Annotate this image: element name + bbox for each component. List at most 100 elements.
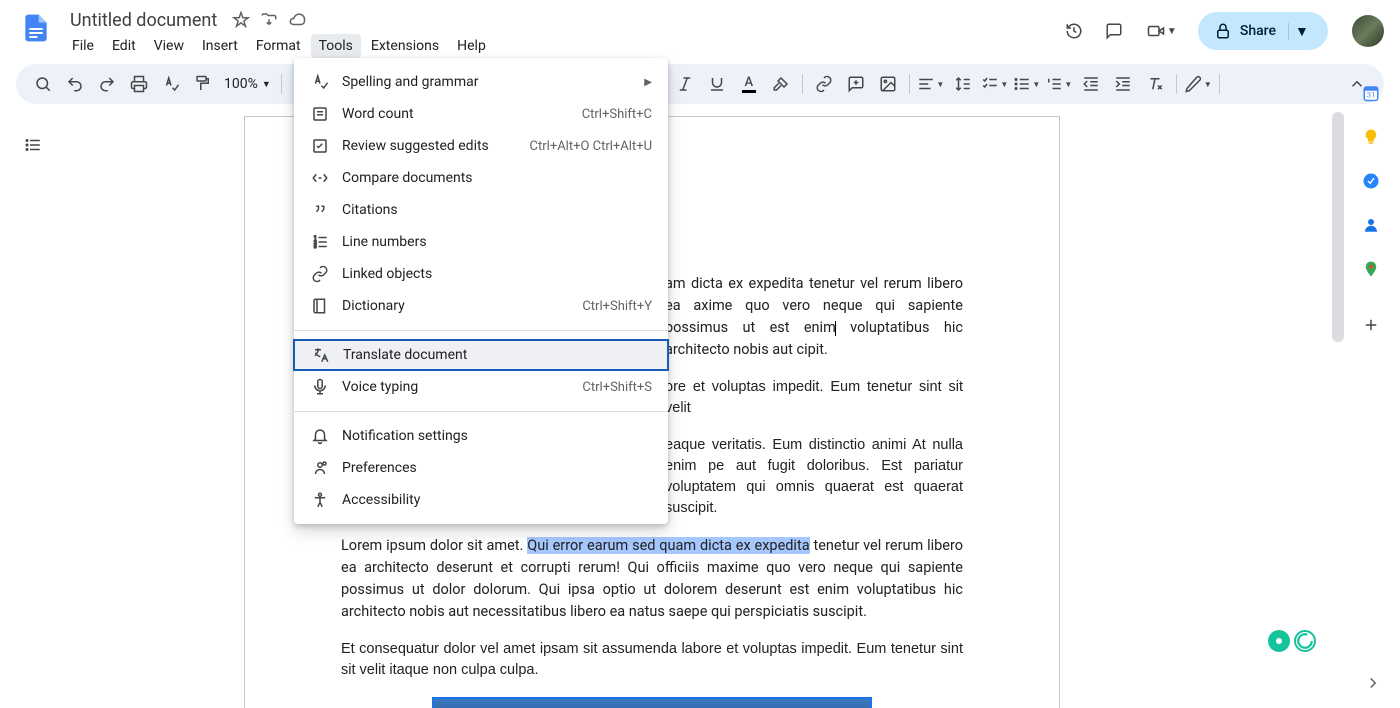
- menu-format[interactable]: Format: [248, 34, 309, 58]
- svg-text:31: 31: [1367, 91, 1375, 100]
- share-button[interactable]: Share ▼: [1198, 12, 1328, 50]
- menu-item-compare-documents[interactable]: Compare documents: [294, 162, 668, 194]
- compare-icon: [310, 168, 330, 188]
- redo-icon[interactable]: [92, 69, 122, 99]
- translate-icon: [311, 345, 331, 365]
- shortcut: Ctrl+Shift+Y: [582, 299, 652, 314]
- menu-help[interactable]: Help: [449, 34, 494, 58]
- menu-item-preferences[interactable]: Preferences: [294, 452, 668, 484]
- maps-icon[interactable]: [1362, 260, 1382, 280]
- menu-item-label: Dictionary: [342, 298, 582, 314]
- comments-icon[interactable]: [1102, 19, 1126, 43]
- menu-item-citations[interactable]: Citations: [294, 194, 668, 226]
- inserted-image[interactable]: [432, 697, 872, 708]
- tools-menu-dropdown: Spelling and grammar▶Word countCtrl+Shif…: [294, 58, 668, 524]
- text-color-icon[interactable]: A: [734, 69, 764, 99]
- calendar-icon[interactable]: 31: [1362, 84, 1382, 104]
- menu-insert[interactable]: Insert: [194, 34, 246, 58]
- increase-indent-icon[interactable]: [1108, 69, 1138, 99]
- menu-item-line-numbers[interactable]: 123Line numbers: [294, 226, 668, 258]
- menu-item-word-count[interactable]: Word countCtrl+Shift+C: [294, 98, 668, 130]
- add-addon-icon[interactable]: [1362, 316, 1382, 336]
- menu-view[interactable]: View: [146, 34, 192, 58]
- menu-item-translate-document[interactable]: Translate document: [293, 339, 669, 371]
- star-icon[interactable]: [231, 10, 251, 30]
- cloud-status-icon[interactable]: [287, 10, 307, 30]
- paragraph[interactable]: Lorem ipsum dolor sit amet. Qui error ea…: [341, 535, 963, 623]
- history-icon[interactable]: [1062, 19, 1086, 43]
- align-icon[interactable]: ▼: [916, 69, 946, 99]
- vertical-scrollbar[interactable]: [1332, 112, 1344, 342]
- line-spacing-icon[interactable]: [948, 69, 978, 99]
- menu-extensions[interactable]: Extensions: [363, 34, 447, 58]
- contacts-icon[interactable]: [1362, 216, 1382, 236]
- lines-icon: 123: [310, 232, 330, 252]
- menu-item-linked-objects[interactable]: Linked objects: [294, 258, 668, 290]
- highlight-icon[interactable]: [766, 69, 796, 99]
- menu-item-spelling-and-grammar[interactable]: Spelling and grammar▶: [294, 66, 668, 98]
- menu-item-label: Spelling and grammar: [342, 74, 644, 90]
- print-icon[interactable]: [124, 69, 154, 99]
- menu-item-label: Preferences: [342, 460, 652, 476]
- bulleted-list-icon[interactable]: ▼: [1012, 69, 1042, 99]
- menu-tools[interactable]: Tools: [311, 34, 361, 58]
- add-comment-icon[interactable]: [841, 69, 871, 99]
- link-icon: [310, 264, 330, 284]
- dict-icon: [310, 296, 330, 316]
- outline-icon[interactable]: [24, 136, 52, 164]
- mic-icon: [310, 377, 330, 397]
- toolbar: 100%▼ A ▼ ▼ ▼ ▼ ▼: [16, 64, 1384, 104]
- side-panel: 31: [1344, 68, 1400, 708]
- shortcut: Ctrl+Shift+S: [582, 380, 652, 395]
- meet-icon[interactable]: ▼: [1142, 19, 1182, 43]
- editing-mode-icon[interactable]: ▼: [1183, 69, 1213, 99]
- menu-edit[interactable]: Edit: [104, 34, 144, 58]
- insert-image-icon[interactable]: [873, 69, 903, 99]
- menu-item-label: Linked objects: [342, 266, 652, 282]
- numbered-list-icon[interactable]: ▼: [1044, 69, 1074, 99]
- insert-link-icon[interactable]: [809, 69, 839, 99]
- bell-icon: [310, 426, 330, 446]
- menu-file[interactable]: File: [64, 34, 102, 58]
- share-label: Share: [1240, 23, 1276, 39]
- menu-item-review-suggested-edits[interactable]: Review suggested editsCtrl+Alt+O Ctrl+Al…: [294, 130, 668, 162]
- a11y-icon: [310, 490, 330, 510]
- shortcut: Ctrl+Shift+C: [582, 107, 652, 122]
- menu-item-label: Compare documents: [342, 170, 652, 186]
- move-icon[interactable]: [259, 10, 279, 30]
- review-icon: [310, 136, 330, 156]
- paragraph[interactable]: Et consequatur dolor vel amet ipsam sit …: [341, 639, 963, 681]
- menu-item-label: Voice typing: [342, 379, 582, 395]
- search-icon[interactable]: [28, 69, 58, 99]
- grammarly-widget[interactable]: [1268, 630, 1316, 652]
- zoom-select[interactable]: 100%▼: [220, 76, 275, 92]
- share-caret-icon[interactable]: ▼: [1288, 23, 1312, 40]
- clear-formatting-icon[interactable]: [1140, 69, 1170, 99]
- underline-icon[interactable]: [702, 69, 732, 99]
- menu-item-label: Translate document: [343, 347, 651, 363]
- menu-item-label: Accessibility: [342, 492, 652, 508]
- spellcheck-icon[interactable]: [156, 69, 186, 99]
- paint-format-icon[interactable]: [188, 69, 218, 99]
- menu-item-dictionary[interactable]: DictionaryCtrl+Shift+Y: [294, 290, 668, 322]
- svg-text:3: 3: [314, 244, 317, 250]
- cite-icon: [310, 200, 330, 220]
- undo-icon[interactable]: [60, 69, 90, 99]
- prefs-icon: [310, 458, 330, 478]
- menu-item-voice-typing[interactable]: Voice typingCtrl+Shift+S: [294, 371, 668, 403]
- menu-item-notification-settings[interactable]: Notification settings: [294, 420, 668, 452]
- doc-title[interactable]: Untitled document: [64, 8, 223, 33]
- docs-logo[interactable]: [16, 8, 56, 48]
- menu-item-label: Notification settings: [342, 428, 652, 444]
- decrease-indent-icon[interactable]: [1076, 69, 1106, 99]
- account-avatar[interactable]: [1352, 15, 1384, 47]
- tasks-icon[interactable]: [1362, 172, 1382, 192]
- expand-panel-icon[interactable]: [1364, 674, 1382, 696]
- italic-icon[interactable]: [670, 69, 700, 99]
- menubar: FileEditViewInsertFormatToolsExtensionsH…: [64, 34, 1062, 58]
- menu-item-label: Citations: [342, 202, 652, 218]
- keep-icon[interactable]: [1362, 128, 1382, 148]
- menu-item-accessibility[interactable]: Accessibility: [294, 484, 668, 516]
- submenu-arrow-icon: ▶: [644, 77, 652, 88]
- checklist-icon[interactable]: ▼: [980, 69, 1010, 99]
